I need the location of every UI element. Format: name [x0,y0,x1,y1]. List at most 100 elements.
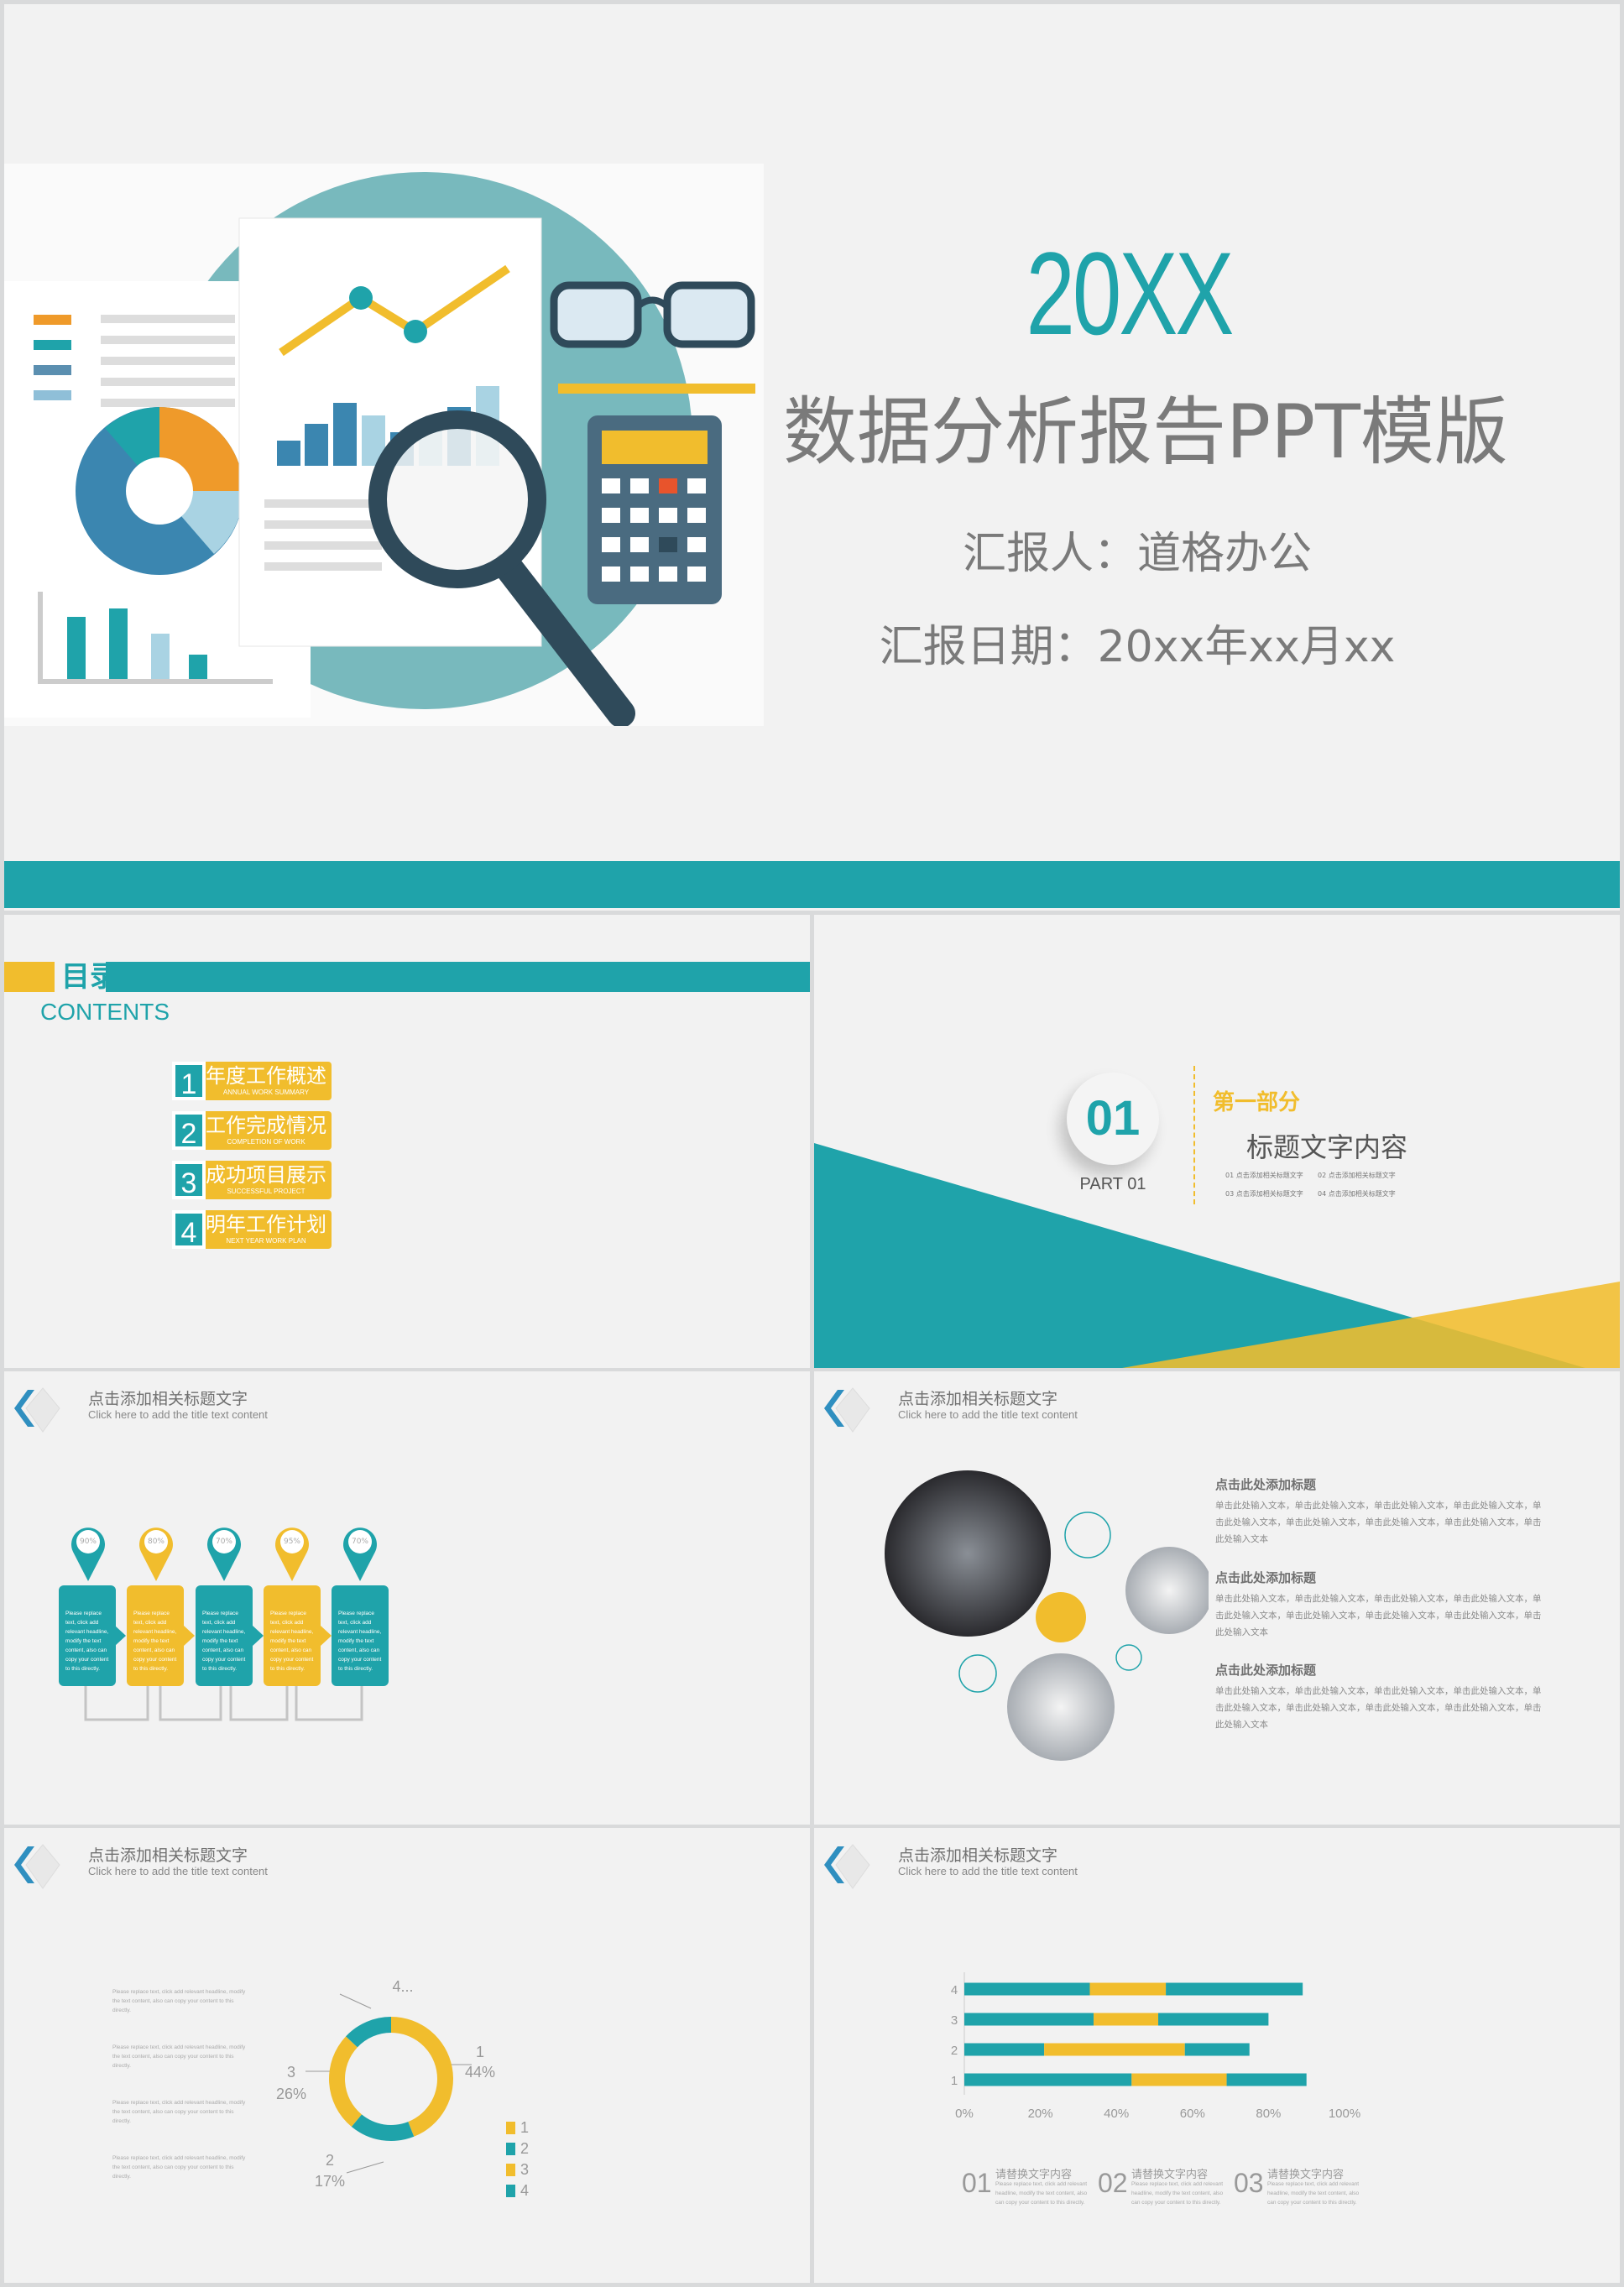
step-percent: 70% [212,1530,236,1553]
legend-label: 2 [520,2140,530,2157]
y-tick-label: 2 [951,2044,958,2058]
section-label: 第一部分 [1213,1090,1301,1115]
bar-row-2-segment-1 [964,2043,1045,2056]
toc-item-number: 1 [172,1062,206,1100]
section-item: 03 点击添加相关标题文字 [1225,1190,1303,1198]
slice-label-3-name: 3 [286,2064,295,2081]
bar-row-3-segment-2 [1094,2013,1159,2026]
step-percent: 70% [348,1530,372,1553]
reporter-text: 汇报人：道格办公 [962,529,1312,579]
donut-slice-4 [346,2017,391,2048]
x-tick-label: 80% [1256,2107,1281,2121]
process-slide: 点击添加相关标题文字 Click here to add the title t… [4,1371,810,1825]
x-tick-label: 0% [955,2107,974,2121]
slice-label-1-pct: 44% [464,2064,496,2081]
section-item: 01 点击添加相关标题文字 [1225,1172,1303,1179]
part-number-circle: 01 [1067,1073,1159,1165]
x-tick-label: 20% [1028,2107,1053,2121]
bar-row-3-segment-1 [964,2013,1094,2026]
legend-item: 2 [506,2138,529,2159]
teal-band [4,861,1620,908]
bar-row-1-segment-1 [964,2073,1132,2086]
pie-chart-icon [76,407,243,575]
legend-swatch [506,2185,515,2197]
y-tick-label: 1 [951,2074,958,2088]
bar-row-4-segment-2 [1089,1982,1167,1996]
donut-slice-3 [329,2036,362,2128]
toc-item-number: 4 [172,1210,206,1249]
desk-photo [1125,1547,1209,1634]
y-tick-label: 3 [951,2013,958,2028]
step-percent: 90% [76,1530,100,1553]
data-analysis-illustration [4,164,764,726]
donut-slice-1 [391,2017,453,2137]
bar-row-1-segment-2 [1131,2073,1227,2086]
donut-slice-2 [351,2114,415,2141]
toc-item-title: 年度工作概述 [206,1064,326,1088]
bar-row-2-segment-3 [1184,2043,1250,2056]
section-item: 04 点击添加相关标题文字 [1318,1190,1396,1198]
legend-label: 1 [520,2119,530,2136]
chart-legend: 1 2 3 4 [506,2117,529,2201]
slice-label-2-pct: 17% [314,2173,346,2190]
decorative-triangles [814,1143,1620,1368]
calculator-photo [1007,1653,1115,1761]
bar-chart-slide: 点击添加相关标题文字 Click here to add the title t… [814,1828,1620,2283]
stacked-bar-chart: 12340% 20% 40% 60% 80% 100% [951,1972,1360,2121]
slice-label-4: 4... [392,1978,414,1995]
dashed-divider [1193,1066,1195,1204]
title-slide: 20XX 数据分析报告PPT模版 汇报人：道格办公 汇报日期：20xx年xx月x… [4,4,1620,911]
bar-row-1-segment-3 [1226,2073,1307,2086]
block-body: 单击此处输入文本，单击此处输入文本，单击此处输入文本，单击此处输入文本，单击此处… [1215,1501,1542,1544]
block-heading: 点击此处添加标题 [1215,1570,1317,1585]
year-title: 20XX [1026,227,1235,359]
legend-item: 1 [506,2117,529,2138]
block-body: 单击此处输入文本，单击此处输入文本，单击此处输入文本，单击此处输入文本，单击此处… [1215,1686,1542,1730]
main-title: 数据分析报告PPT模版 [783,389,1508,475]
image-text-slide: 点击添加相关标题文字 Click here to add the title t… [814,1371,1620,1825]
process-connectors [71,1527,377,1721]
step-percent: 95% [280,1530,304,1553]
bar-row-2-segment-2 [1044,2043,1185,2056]
x-tick-label: 40% [1104,2107,1129,2121]
block-number: 03 [1234,2168,1264,2198]
toc-item-subtitle: SUCCESSFUL PROJECT [227,1188,305,1195]
x-tick-label: 100% [1329,2107,1360,2121]
block-text: Please replace text, click add relevant … [1267,2181,1360,2206]
toc-item-subtitle: NEXT YEAR WORK PLAN [226,1237,306,1245]
step-box: Please replace text, click add relevant … [59,1585,116,1686]
step-box: Please replace text, click add relevant … [264,1585,321,1686]
legend-swatch [506,2122,515,2134]
part-slide: 01 PART 01 第一部分 标题文字内容 01 点击添加相关标题文字 02 … [814,915,1620,1368]
step-percent: 80% [144,1530,168,1553]
step-box: Please replace text, click add relevant … [332,1585,389,1686]
toc-item-title: 明年工作计划 [206,1213,326,1236]
legend-swatch [506,2143,515,2155]
legend-label: 3 [520,2161,530,2178]
yellow-accent-bar [4,962,55,992]
x-tick-label: 60% [1180,2107,1205,2121]
date-text: 汇报日期：20xx年xx月xx [879,622,1396,672]
contents-subtitle: CONTENTS [40,999,170,1025]
block-number: 02 [1098,2168,1128,2198]
calculator-icon [587,415,722,604]
block-heading: 点击此处添加标题 [1215,1477,1317,1492]
donut-chart-slide: 点击添加相关标题文字 Click here to add the title t… [4,1828,810,2283]
section-heading: 标题文字内容 [1246,1131,1408,1163]
toc-item-number: 2 [172,1111,206,1150]
legend-label: 4 [520,2182,530,2199]
legend-item: 4 [506,2180,529,2201]
block-text: Please replace text, click add relevant … [1131,2181,1224,2206]
legend-item: 3 [506,2159,529,2180]
contents-slide: 目录 CONTENTS 年度工作概述 ANNUAL WORK SUMMARY 1 … [4,915,810,1368]
bar-row-4-segment-1 [964,1982,1090,1996]
legend-swatch [506,2164,515,2176]
section-item: 02 点击添加相关标题文字 [1318,1172,1396,1179]
step-box: Please replace text, click add relevant … [196,1585,253,1686]
part-label: PART 01 [1079,1175,1146,1193]
toc-item-subtitle: ANNUAL WORK SUMMARY [222,1089,310,1096]
y-tick-label: 4 [951,1983,958,1997]
teal-accent-bar [106,962,810,992]
photo-circles [885,1470,1209,1761]
slice-label-3-pct: 26% [275,2086,307,2102]
